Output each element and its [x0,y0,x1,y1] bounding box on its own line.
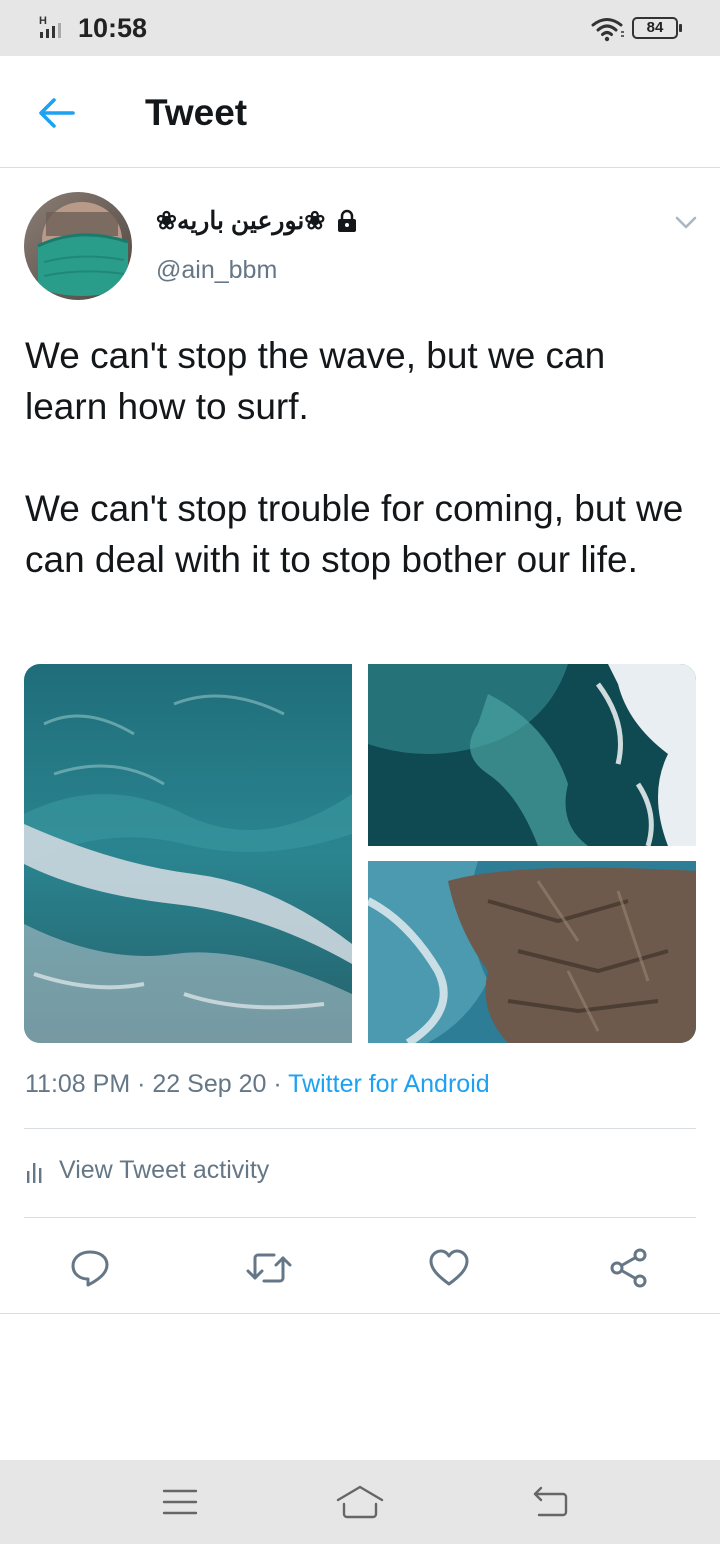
divider [0,1313,720,1314]
author-name-text: ❀نورعين باريه❀ [156,207,326,235]
reply-button[interactable] [66,1244,114,1292]
view-tweet-activity-button[interactable]: View Tweet activity [25,1156,269,1185]
recent-apps-button[interactable] [150,1478,210,1526]
divider [24,1128,696,1129]
media-image-ocean-waves[interactable] [24,664,352,1043]
retweet-icon [246,1253,292,1283]
media-image-sea-foam[interactable] [368,664,696,846]
status-bar: H 10:58 84 [0,0,720,56]
avatar-image [24,192,132,300]
menu-icon [162,1489,198,1515]
tweet-actions [0,1240,720,1296]
meta-separator: · [273,1070,282,1098]
meta-separator: · [137,1070,146,1098]
battery-level: 84 [646,19,664,36]
chevron-down-icon [675,216,697,229]
media-grid [24,664,696,1043]
tweet-paragraph: We can't stop trouble for coming, but we… [25,488,684,580]
tweet-options-button[interactable] [670,206,702,238]
signal-icon: H [39,15,61,38]
tweet-date: 22 Sep 20 [152,1070,267,1098]
like-button[interactable] [425,1244,473,1292]
back-button[interactable] [28,88,84,138]
tweet-time: 11:08 PM [25,1070,131,1098]
status-time: 10:58 [78,13,148,43]
wifi-icon [591,18,624,42]
tweet-meta: 11:08 PM · 22 Sep 20 · Twitter for Andro… [25,1070,490,1099]
battery-icon: 84 [632,17,682,39]
back-icon [533,1486,568,1517]
heart-icon [429,1249,469,1286]
author-handle[interactable]: @ain_bbm [156,256,277,285]
share-icon [610,1248,647,1288]
divider [24,1217,696,1218]
share-button[interactable] [605,1244,653,1292]
page-title: Tweet [145,92,248,133]
top-app-bar: Tweet [0,56,720,168]
arrow-left-icon [39,98,75,128]
home-icon [336,1485,384,1519]
system-back-button[interactable] [520,1478,580,1526]
media-image-rocks[interactable] [368,861,696,1043]
system-nav-bar [0,1460,720,1544]
home-button[interactable] [330,1478,390,1526]
author-name[interactable]: ❀نورعين باريه❀ [156,206,359,236]
activity-label: View Tweet activity [59,1156,270,1184]
lock-icon [338,209,357,232]
retweet-button[interactable] [245,1244,293,1292]
tweet-source-link[interactable]: Twitter for Android [288,1070,489,1098]
tweet-text: We can't stop the wave, but we can learn… [25,330,695,585]
network-type: H [39,15,47,27]
bar-chart-icon [27,1162,42,1183]
tweet-paragraph: We can't stop the wave, but we can learn… [25,335,606,427]
avatar[interactable] [24,192,132,300]
reply-icon [71,1250,109,1287]
